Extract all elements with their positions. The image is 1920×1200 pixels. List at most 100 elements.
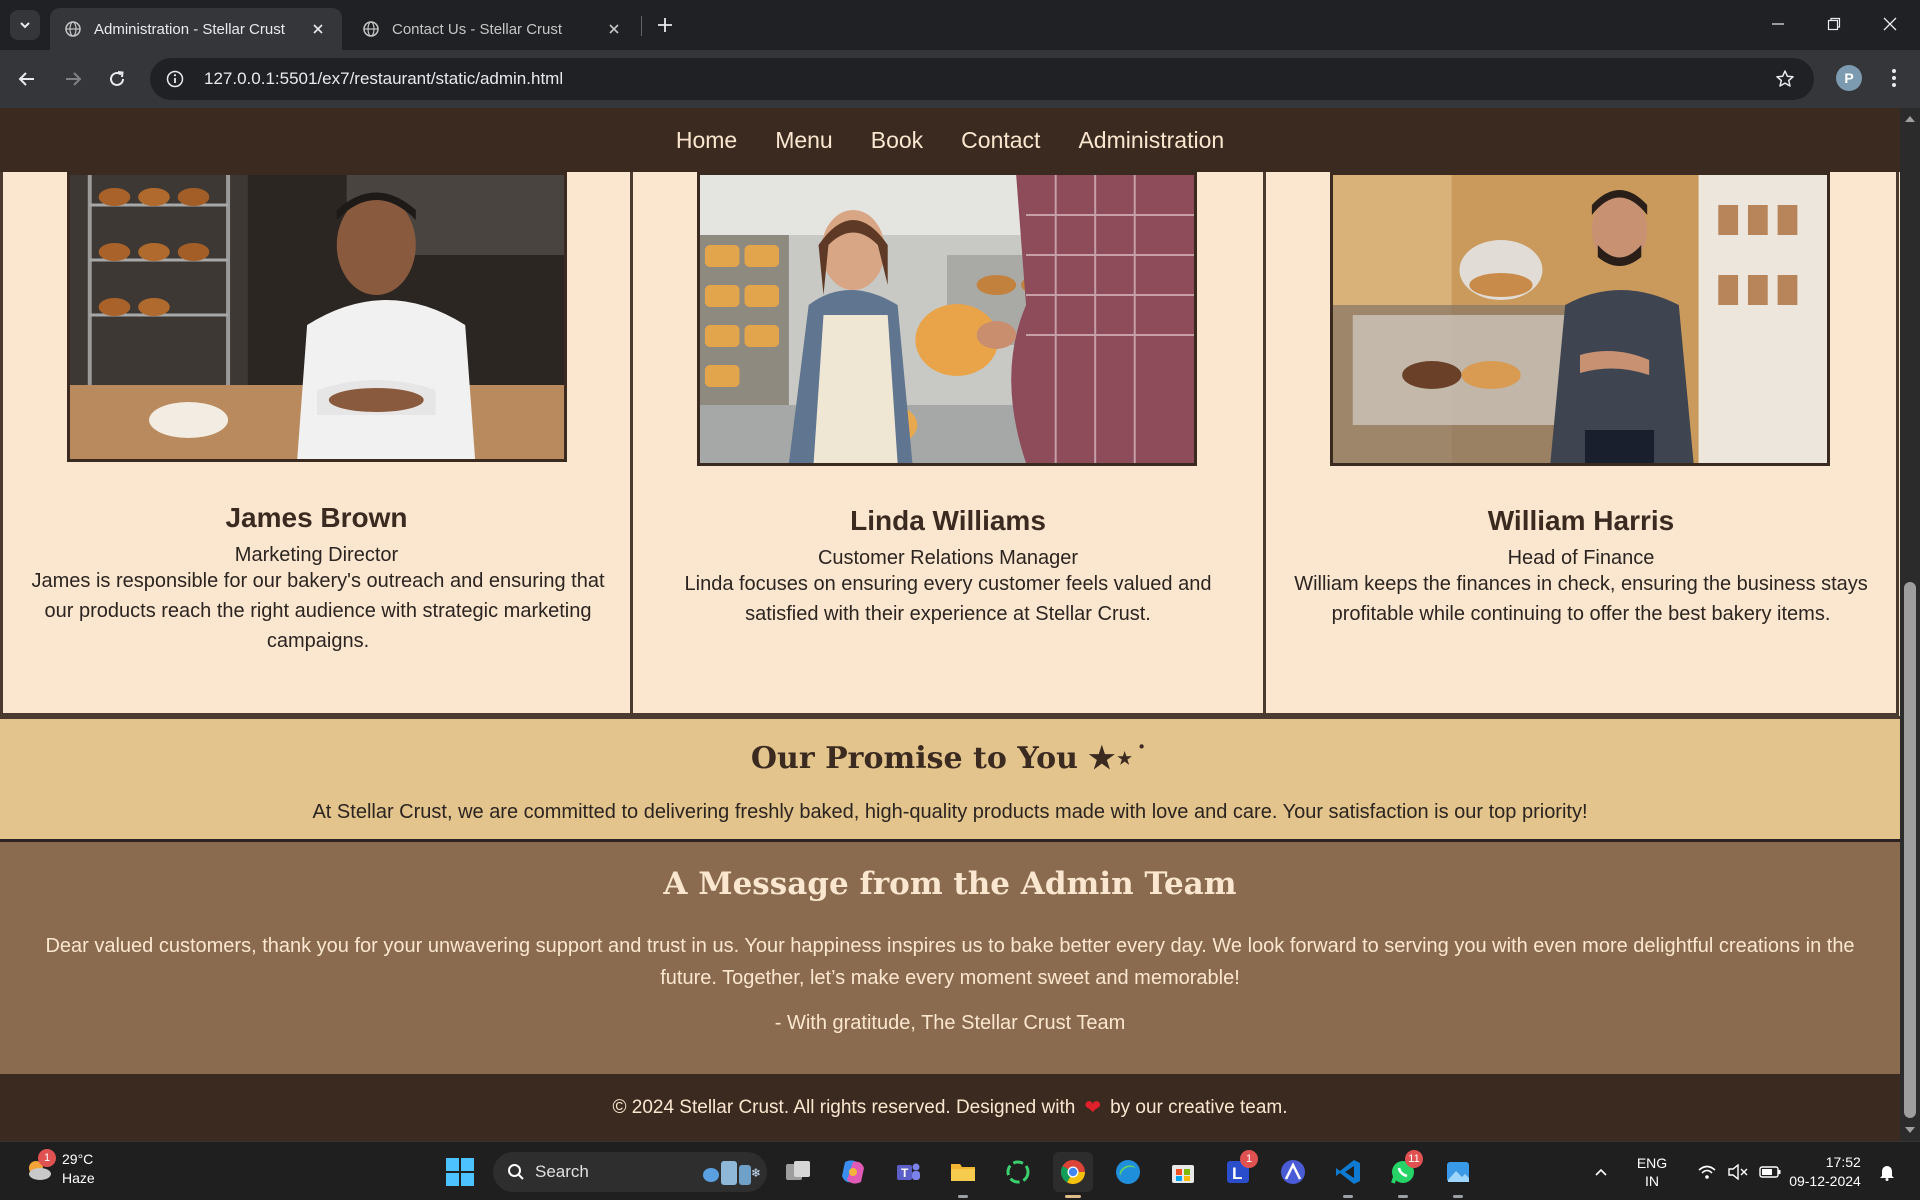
chevron-up-icon <box>1595 1168 1607 1176</box>
promise-text: At Stellar Crust, we are committed to de… <box>312 801 1588 823</box>
member-bio: James is responsible for our bakery's ou… <box>31 570 605 652</box>
member-role: Customer Relations Manager <box>817 547 1079 569</box>
footer-credit: by our creative team. <box>1110 1096 1288 1118</box>
nav-administration[interactable]: Administration <box>1078 127 1224 154</box>
weather-condition: Haze <box>62 1170 95 1186</box>
team-card: William Harris Head of Finance William k… <box>1266 172 1899 716</box>
vscode-icon[interactable] <box>1328 1152 1368 1198</box>
taskbar: 1 29°C Haze Search ❄ T L 1 11 ENG IN 17:… <box>0 1141 1920 1200</box>
edge-icon[interactable] <box>1108 1152 1148 1192</box>
file-explorer-icon[interactable] <box>943 1152 983 1198</box>
bell-icon <box>1880 1165 1894 1181</box>
promise-section: Our Promise to You ★⋆˙ At Stellar Crust,… <box>0 716 1900 842</box>
minimize-button[interactable] <box>1750 0 1806 48</box>
search-icon <box>508 1164 524 1180</box>
tab-search-button[interactable] <box>10 10 40 40</box>
sync-app-icon[interactable] <box>998 1152 1038 1192</box>
language-line2: IN <box>1645 1172 1659 1189</box>
more-menu-button[interactable] <box>1880 64 1908 92</box>
language-indicator[interactable]: ENG IN <box>1626 1142 1678 1200</box>
browser-toolbar: 127.0.0.1:5501/ex7/restaurant/static/adm… <box>0 50 1920 108</box>
scroll-down-icon[interactable] <box>1905 1127 1915 1133</box>
taskbar-search[interactable]: Search ❄ <box>493 1152 767 1192</box>
minimize-icon <box>1772 23 1784 25</box>
photos-icon[interactable] <box>1438 1152 1478 1198</box>
show-hidden-icons[interactable] <box>1586 1142 1616 1200</box>
close-icon <box>1883 17 1897 31</box>
close-icon[interactable] <box>308 19 328 39</box>
tab-administration[interactable]: Administration - Stellar Crust <box>50 8 342 50</box>
l-app-badge: 1 <box>1240 1150 1258 1168</box>
admin-message-section: A Message from the Admin Team Dear value… <box>0 842 1900 1074</box>
star-icon[interactable] <box>1774 68 1796 90</box>
admin-message-signoff: - With gratitude, The Stellar Crust Team <box>774 1012 1126 1034</box>
profile-avatar[interactable]: P <box>1836 65 1862 91</box>
clock-time: 17:52 <box>1825 1153 1861 1170</box>
volume-muted-icon <box>1728 1163 1748 1180</box>
tab-title: Administration - Stellar Crust <box>94 20 285 38</box>
tab-divider <box>641 16 642 36</box>
forward-button[interactable] <box>56 62 90 96</box>
address-bar[interactable]: 127.0.0.1:5501/ex7/restaurant/static/adm… <box>150 58 1814 100</box>
more-vert-icon <box>1892 69 1896 87</box>
search-highlight-icon: ❄ <box>703 1161 761 1185</box>
notifications-button[interactable] <box>1872 1142 1902 1200</box>
store-icon[interactable] <box>1163 1152 1203 1192</box>
copilot-icon[interactable] <box>833 1152 873 1192</box>
svg-text:❄: ❄ <box>751 1166 761 1180</box>
clock[interactable]: 17:52 09-12-2024 <box>1780 1142 1870 1200</box>
restore-icon <box>1827 17 1841 31</box>
teams-icon[interactable]: T <box>888 1152 928 1192</box>
tab-title: Contact Us - Stellar Crust <box>392 20 563 38</box>
arrow-left-icon <box>18 72 34 86</box>
weather-widget[interactable]: 1 29°C Haze <box>22 1149 95 1188</box>
member-name: James Brown <box>225 502 408 533</box>
member-name: William Harris <box>1487 505 1675 536</box>
globe-icon <box>362 20 380 38</box>
team-photo-william <box>1330 172 1830 466</box>
new-tab-button[interactable] <box>650 10 680 40</box>
a-app-icon[interactable] <box>1273 1152 1313 1192</box>
search-label: Search <box>535 1162 589 1181</box>
team-section: James Brown Marketing Director James is … <box>0 172 1900 716</box>
nav-menu[interactable]: Menu <box>775 127 833 154</box>
admin-message-title: A Message from the Admin Team <box>663 866 1237 902</box>
start-button[interactable] <box>440 1152 480 1192</box>
restore-button[interactable] <box>1806 0 1862 48</box>
site-footer: © 2024 Stellar Crust. All rights reserve… <box>0 1074 1900 1141</box>
globe-icon <box>64 20 82 38</box>
member-bio: Linda focuses on ensuring every customer… <box>684 573 1212 625</box>
info-icon[interactable] <box>164 68 186 90</box>
close-window-button[interactable] <box>1862 0 1918 48</box>
chevron-down-icon <box>20 22 30 29</box>
back-button[interactable] <box>10 62 44 96</box>
whatsapp-badge: 11 <box>1405 1150 1423 1168</box>
reload-button[interactable] <box>100 62 134 96</box>
team-photo-james <box>67 172 567 462</box>
team-photo-linda <box>697 172 1197 466</box>
member-role: Head of Finance <box>1507 547 1655 569</box>
l-app-icon[interactable]: L 1 <box>1218 1150 1258 1192</box>
page-scrollbar[interactable] <box>1900 108 1920 1141</box>
nav-contact[interactable]: Contact <box>961 127 1040 154</box>
task-view-icon[interactable] <box>778 1152 818 1192</box>
whatsapp-icon[interactable]: 11 <box>1383 1150 1423 1198</box>
tab-contact-us[interactable]: Contact Us - Stellar Crust <box>348 8 638 50</box>
scrollbar-thumb[interactable] <box>1904 582 1916 1118</box>
svg-text:L: L <box>1232 1164 1242 1183</box>
scroll-up-icon[interactable] <box>1905 116 1915 122</box>
clock-date: 09-12-2024 <box>1789 1172 1861 1189</box>
battery-icon <box>1759 1165 1781 1178</box>
chrome-icon[interactable] <box>1053 1152 1093 1198</box>
promise-title: Our Promise to You ★⋆˙ <box>750 741 1150 776</box>
windows-icon <box>446 1158 474 1186</box>
heart-icon: ❤ <box>1084 1097 1102 1119</box>
language-line1: ENG <box>1636 1154 1668 1171</box>
close-icon[interactable] <box>604 19 624 39</box>
nav-book[interactable]: Book <box>871 127 923 154</box>
nav-home[interactable]: Home <box>676 127 737 154</box>
footer-copyright: © 2024 Stellar Crust. All rights reserve… <box>612 1096 1076 1118</box>
svg-text:T: T <box>901 1166 909 1180</box>
member-role: Marketing Director <box>234 544 399 566</box>
system-tray[interactable] <box>1684 1142 1794 1200</box>
